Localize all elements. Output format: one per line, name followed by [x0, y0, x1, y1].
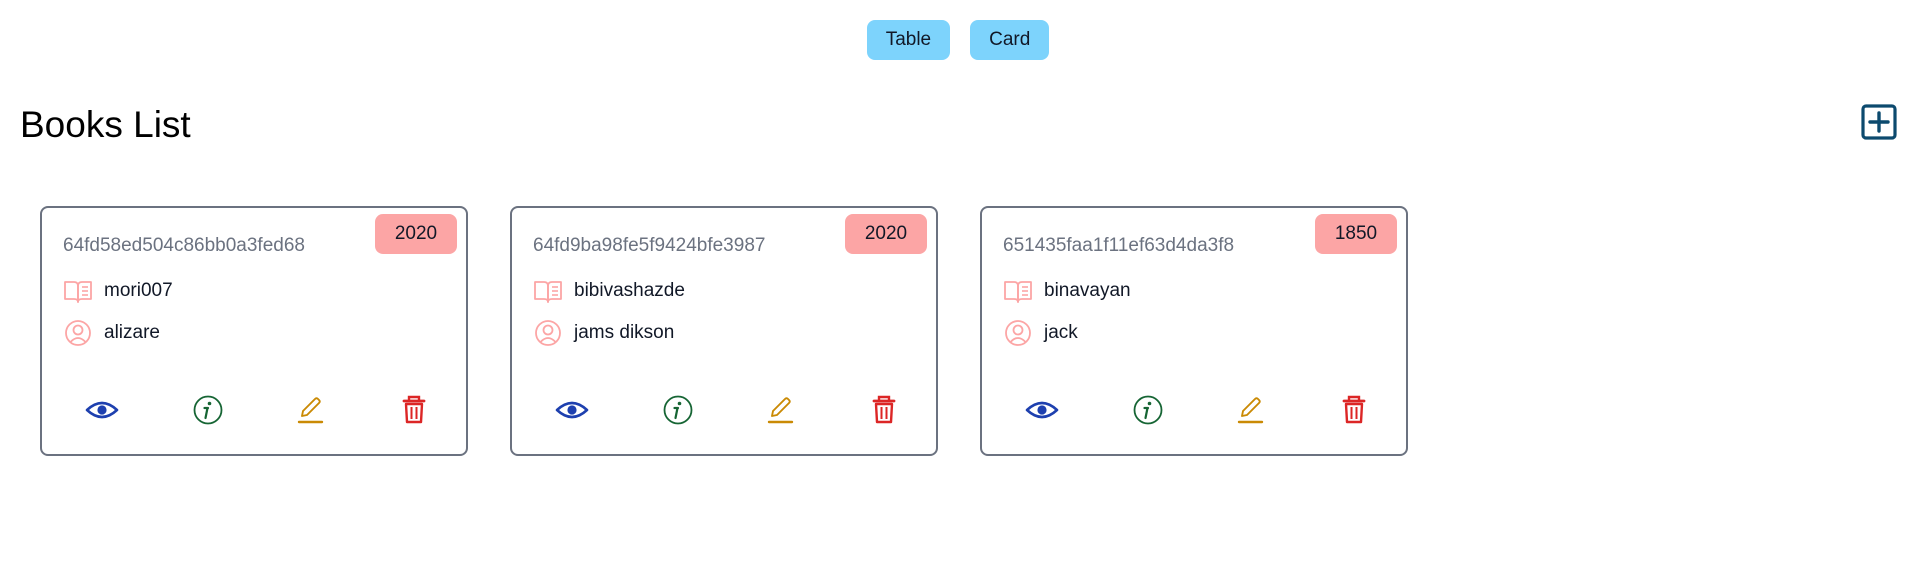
year-badge: 2020: [845, 214, 927, 254]
book-author: jams dikson: [574, 322, 675, 343]
plus-square-icon: [1861, 104, 1897, 140]
pencil-icon: [767, 397, 794, 424]
edit-button[interactable]: [762, 392, 798, 428]
eye-icon: [1025, 401, 1059, 419]
edit-button[interactable]: [292, 392, 328, 428]
book-card: 2020 64fd58ed504c86bb0a3fed68 mori007 al…: [40, 206, 468, 456]
open-book-icon: [534, 281, 562, 303]
book-author-row: jams dikson: [533, 318, 674, 348]
view-button[interactable]: [554, 392, 590, 428]
info-circle-icon: [663, 395, 693, 425]
open-book-icon: [1004, 281, 1032, 303]
delete-button[interactable]: [396, 392, 432, 428]
book-author-row: jack: [1003, 318, 1078, 348]
eye-icon: [85, 401, 119, 419]
trash-icon: [1342, 395, 1366, 424]
trash-icon: [402, 395, 426, 424]
year-badge: 1850: [1315, 214, 1397, 254]
table-view-button[interactable]: Table: [866, 20, 951, 60]
book-author-row: alizare: [63, 318, 160, 348]
book-title-row: bibivashazde: [533, 278, 685, 304]
book-author: jack: [1044, 322, 1078, 343]
trash-icon: [872, 395, 896, 424]
book-id: 64fd9ba98fe5f9424bfe3987: [533, 235, 766, 256]
card-view-button[interactable]: Card: [970, 20, 1050, 60]
view-button[interactable]: [1024, 392, 1060, 428]
eye-icon: [555, 401, 589, 419]
page-title: Books List: [20, 104, 191, 145]
book-author: alizare: [104, 322, 160, 343]
delete-button[interactable]: [1336, 392, 1372, 428]
info-circle-icon: [193, 395, 223, 425]
view-button[interactable]: [84, 392, 120, 428]
open-book-icon: [64, 281, 92, 303]
book-id: 64fd58ed504c86bb0a3fed68: [63, 235, 305, 256]
add-book-button[interactable]: [1860, 103, 1898, 141]
user-circle-icon: [535, 320, 561, 346]
view-toggle: Table Card: [0, 20, 1920, 60]
delete-button[interactable]: [866, 392, 902, 428]
book-title: bibivashazde: [574, 280, 685, 301]
info-circle-icon: [1133, 395, 1163, 425]
book-title-row: mori007: [63, 278, 173, 304]
user-circle-icon: [65, 320, 91, 346]
book-title: binavayan: [1044, 280, 1131, 301]
info-button[interactable]: [1130, 392, 1166, 428]
year-badge: 2020: [375, 214, 457, 254]
book-cards: 2020 64fd58ed504c86bb0a3fed68 mori007 al…: [40, 206, 1408, 456]
edit-button[interactable]: [1232, 392, 1268, 428]
info-button[interactable]: [190, 392, 226, 428]
info-button[interactable]: [660, 392, 696, 428]
book-card: 2020 64fd9ba98fe5f9424bfe3987 bibivashaz…: [510, 206, 938, 456]
pencil-icon: [1237, 397, 1264, 424]
book-title-row: binavayan: [1003, 278, 1131, 304]
book-title: mori007: [104, 280, 173, 301]
pencil-icon: [297, 397, 324, 424]
book-id: 651435faa1f11ef63d4da3f8: [1003, 235, 1235, 256]
book-card: 1850 651435faa1f11ef63d4da3f8 binavayan …: [980, 206, 1408, 456]
user-circle-icon: [1005, 320, 1031, 346]
